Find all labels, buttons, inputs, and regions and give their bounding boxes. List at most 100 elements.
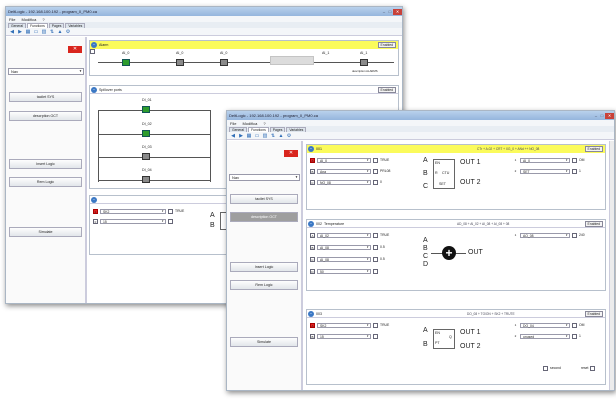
tab-variables[interactable]: Variables (286, 127, 307, 132)
front-b1-left-row2-select[interactable]: Ana ▼ (317, 168, 371, 174)
front-b3-right-row2-select[interactable]: unused ▼ (520, 333, 570, 339)
front-b1-left-row1-select[interactable]: AI_0 ▼ (317, 157, 371, 163)
front-block-002-enable-button[interactable]: Enabled (584, 221, 603, 227)
front-b3-right-row2-checkbox[interactable] (572, 333, 577, 339)
front-block-001-enable-button[interactable]: Enabled (584, 146, 603, 152)
grid-icon[interactable]: ▦ (25, 29, 31, 35)
front-vertical-scrollbar[interactable] (609, 141, 614, 390)
collapse-icon[interactable]: − (91, 196, 97, 203)
front-b3-left-row1-select[interactable]: SK2 ▼ (317, 322, 371, 328)
collapse-icon[interactable]: − (308, 146, 314, 152)
front-b3-left-row2-checkbox[interactable] (373, 333, 378, 339)
front-b3-right-row1-checkbox[interactable] (572, 322, 577, 328)
tab-pages[interactable]: Pages (48, 23, 65, 28)
settings-icon[interactable]: ⚙ (65, 29, 71, 35)
front-b1-right-row2-select[interactable]: SET ▼ (520, 168, 570, 174)
menu-help[interactable]: ? (263, 121, 265, 126)
front-b1-right-row1-checkbox[interactable] (572, 157, 577, 163)
back-simulate-button[interactable]: Simulate (9, 227, 82, 237)
back-alarm-checkbox[interactable] (90, 49, 95, 54)
front-b2-left-row1-checkbox[interactable] (373, 232, 378, 238)
columns-icon[interactable]: ▥ (41, 29, 47, 35)
back-spill-led-4[interactable] (142, 176, 150, 183)
front-b1-left-row1-checkbox[interactable] (373, 157, 378, 163)
front-b1-right-row2-checkbox[interactable] (572, 168, 577, 174)
front-block-003[interactable]: − 003 DO_08 + TO/ON + SK2 + TRUTE Enable… (306, 309, 606, 385)
front-tacilet-button[interactable]: tacilet SYS (230, 194, 298, 204)
front-b3-right-row2-indicator[interactable]: 2 (513, 334, 518, 339)
back-alarm-led-green[interactable] (122, 59, 130, 66)
menu-modifica[interactable]: Modifica (242, 121, 257, 126)
front-b3-left-row1-indicator[interactable]: A (310, 322, 315, 328)
front-filter-select[interactable]: Nav ▼ (229, 174, 300, 181)
front-b2-left-row1-select[interactable]: AI_02 ▼ (317, 232, 371, 238)
front-b3-left-row1-checkbox[interactable] (373, 322, 378, 328)
back-close-button[interactable]: ✕ (68, 46, 82, 53)
back-block3-row1-select[interactable]: SK2 ▼ (100, 208, 166, 214)
tab-general[interactable]: General (229, 127, 248, 132)
tab-general[interactable]: General (8, 23, 27, 28)
front-b2-left-row4-indicator[interactable]: D (310, 268, 315, 274)
back-arrow-icon[interactable]: ◀ (9, 29, 15, 35)
front-b1-left-row2-indicator[interactable]: B (310, 168, 315, 174)
back-block3-row1-indicator[interactable]: 1 (93, 208, 98, 214)
back-block3-row2-select[interactable]: 15 ▼ (100, 218, 166, 224)
front-b3-timer-gate[interactable]: EN PT Q (433, 329, 455, 349)
chart-icon[interactable]: ▲ (278, 133, 284, 139)
front-b2-left-row4-select[interactable]: 50 ▼ (317, 268, 371, 274)
back-block3-row1-checkbox[interactable] (168, 208, 173, 214)
back-block-spillover-enable-button[interactable]: Enabled (377, 87, 396, 93)
front-b1-counter-gate[interactable]: EN R CTU SET (433, 159, 455, 189)
back-block3-row2-checkbox[interactable] (168, 218, 173, 224)
back-alarm-led-1[interactable] (176, 59, 184, 66)
front-b2-right-row1-checkbox[interactable] (572, 232, 577, 238)
front-b3-left-row2-indicator[interactable]: B (310, 333, 315, 339)
back-arrow-icon[interactable]: ◀ (230, 133, 236, 139)
front-b1-right-row2-indicator[interactable]: 2 (513, 169, 518, 174)
menu-file[interactable]: File (230, 121, 236, 126)
back-block-alarm[interactable]: − Alarm Enabled AI_0 AI_0 AI_0 AI_1 AI_1… (89, 40, 399, 76)
tab-functions[interactable]: Functions (248, 127, 269, 132)
front-b2-left-row1-indicator[interactable]: A (310, 232, 315, 238)
settings-icon[interactable]: ⚙ (286, 133, 292, 139)
front-reset-checkbox[interactable] (590, 365, 596, 371)
window-icon[interactable]: ▭ (254, 133, 260, 139)
back-block3-row2-indicator[interactable]: 0 (93, 218, 98, 224)
front-b1-right-row1-select[interactable]: AI_0 ▼ (520, 157, 570, 163)
collapse-icon[interactable]: − (308, 310, 314, 317)
front-b3-right-row1-indicator[interactable]: 1 (513, 323, 518, 328)
front-second-checkbox[interactable] (543, 365, 548, 371)
grid-icon[interactable]: ▦ (246, 133, 252, 139)
menu-modifica[interactable]: Modifica (21, 17, 36, 22)
menu-file[interactable]: File (9, 17, 15, 22)
front-b2-right-row1-indicator[interactable]: 1 (513, 233, 518, 238)
tab-functions[interactable]: Functions (27, 23, 48, 28)
front-b2-left-row2-select[interactable]: AI_08 ▼ (317, 244, 371, 250)
front-b1-right-row1-indicator[interactable]: 1 (513, 158, 518, 163)
front-simulate-button[interactable]: Simulate (230, 337, 298, 347)
front-b3-right-row1-select[interactable]: DO_04 ▼ (520, 322, 570, 328)
front-insert-logic-button[interactable]: Insert Logic (230, 262, 298, 272)
front-close-button[interactable]: ✕ (284, 150, 298, 157)
back-spill-led-1[interactable] (142, 106, 150, 113)
front-b3-left-row2-select[interactable]: 15 ▼ (317, 333, 371, 339)
collapse-icon[interactable]: − (91, 86, 97, 93)
back-alarm-led-3[interactable] (360, 59, 368, 66)
front-b1-left-row3-select[interactable]: NO_08 ▼ (317, 179, 371, 185)
front-description-button[interactable]: description OCT (230, 212, 298, 222)
front-block-002[interactable]: − 002 Temperature AD_08 + AI_02 + AI_08 … (306, 219, 606, 291)
back-description-button[interactable]: descrption OCT (9, 111, 82, 121)
front-b2-left-row4-checkbox[interactable] (373, 268, 378, 274)
tab-variables[interactable]: Variables (65, 23, 86, 28)
front-b2-left-row2-indicator[interactable]: B (310, 244, 315, 250)
forward-arrow-icon[interactable]: ▶ (17, 29, 23, 35)
close-icon[interactable]: ✕ (393, 8, 402, 15)
front-b2-right-row1-select[interactable]: AO_08 ▼ (520, 232, 570, 238)
columns-icon[interactable]: ▥ (262, 133, 268, 139)
front-rem-logic-button[interactable]: Rem Logic (230, 280, 298, 290)
front-b1-left-row2-checkbox[interactable] (373, 168, 378, 174)
front-b2-left-row3-checkbox[interactable] (373, 256, 378, 262)
collapse-icon[interactable]: − (91, 42, 97, 48)
front-block-001[interactable]: − 001 CTr + A.02 + CRT + XG_0 + ANd ++ N… (306, 144, 606, 210)
front-b2-left-row2-checkbox[interactable] (373, 244, 378, 250)
